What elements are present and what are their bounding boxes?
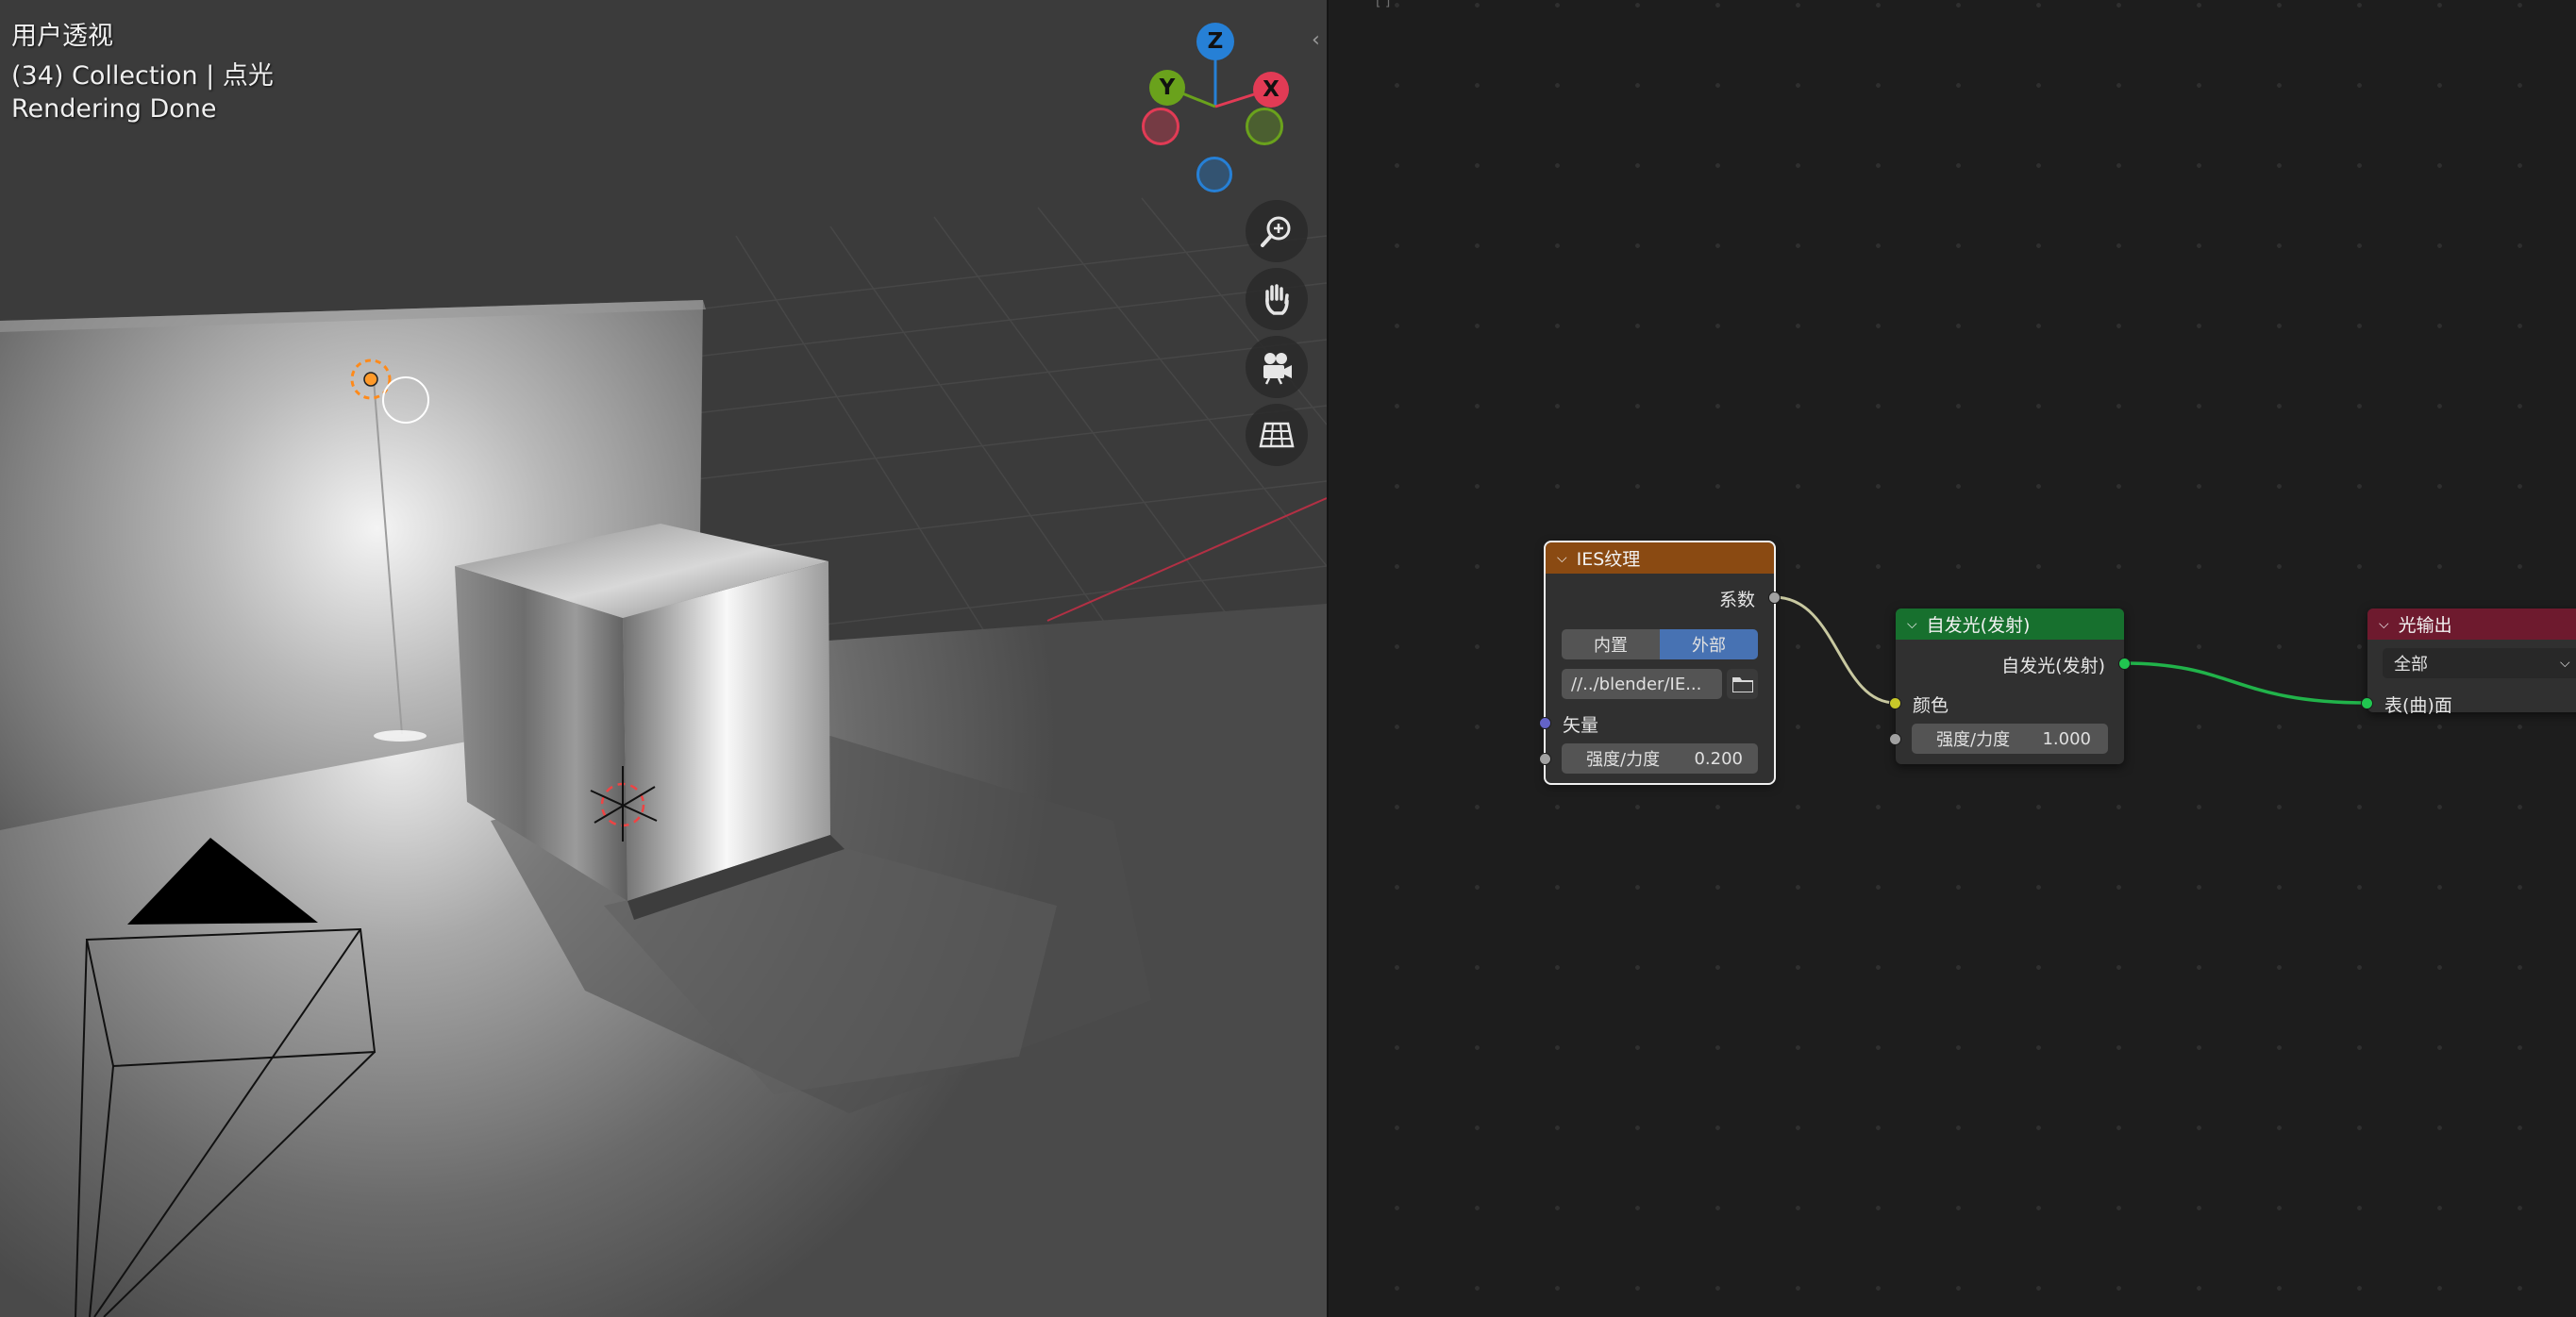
gizmo-neg-z-axis[interactable]	[1196, 157, 1232, 192]
emission-output-socket[interactable]	[2118, 658, 2131, 670]
emission-strength-value: 1.000	[2042, 728, 2091, 749]
vector-input-label: 矢量	[1563, 715, 1599, 736]
gizmo-neg-x-axis[interactable]	[1142, 108, 1179, 145]
mode-external-button[interactable]: 外部	[1660, 629, 1758, 659]
navigation-gizmo[interactable]: Z Y X	[1132, 17, 1293, 196]
gizmo-y-axis[interactable]: Y	[1149, 70, 1185, 106]
gizmo-z-axis[interactable]: Z	[1196, 23, 1234, 60]
emission-strength-label: 强度/力度	[1936, 730, 2011, 750]
ies-strength-value: 0.200	[1694, 748, 1743, 769]
filepath-field[interactable]: //../blender/IE...	[1562, 669, 1722, 699]
factor-output-socket[interactable]	[1768, 592, 1781, 604]
light-output-title: 光输出	[2398, 615, 2452, 636]
target-select[interactable]: 全部 ⌵	[2383, 648, 2576, 678]
viewport-scene	[0, 0, 1327, 1317]
chevron-down-icon: ⌵	[2560, 656, 2570, 671]
emission-output-label: 自发光(发射)	[2001, 656, 2105, 676]
emission-node[interactable]: ⌵ 自发光(发射) 自发光(发射) 颜色 强度/力度 1.000	[1889, 608, 2131, 764]
collapse-chevron-icon[interactable]: ⌵	[1557, 551, 1567, 566]
strength-input-socket[interactable]	[1539, 753, 1551, 765]
gizmo-neg-y-axis[interactable]	[1246, 108, 1283, 145]
zoom-icon	[1261, 216, 1291, 247]
ies-texture-node[interactable]: ⌵ IES纹理 系数 内置 外部 //../blender/IE... 矢量 强…	[1539, 541, 1781, 785]
file-browse-button[interactable]	[1727, 669, 1758, 699]
perspective-toggle-button[interactable]	[1246, 404, 1308, 466]
ies-strength-label: 强度/力度	[1586, 750, 1661, 770]
ies-node-header[interactable]: ⌵ IES纹理	[1546, 542, 1774, 574]
color-input-label: 颜色	[1913, 695, 1949, 716]
emission-node-header[interactable]: ⌵ 自发光(发射)	[1896, 608, 2124, 640]
ies-strength-field[interactable]: 强度/力度 0.200	[1562, 743, 1758, 774]
surface-input-socket[interactable]	[2361, 697, 2373, 709]
target-select-value: 全部	[2394, 655, 2428, 675]
hand-icon	[1265, 284, 1289, 315]
light-output-node[interactable]: ⌵ 光输出 全部 ⌵ 表(曲)面	[2361, 608, 2576, 716]
camera-icon	[1263, 353, 1292, 385]
emission-strength-field[interactable]: 强度/力度 1.000	[1912, 724, 2108, 754]
3d-viewport[interactable]: 用户透视 (34) Collection | 点光 Rendering Done…	[0, 0, 1327, 1317]
grid-icon	[1259, 422, 1295, 448]
link-ies-to-color[interactable]	[1773, 595, 1897, 705]
link-emission-to-surface[interactable]	[2123, 661, 2368, 705]
view-name: 用户透视	[11, 22, 113, 51]
render-status: Rendering Done	[11, 94, 217, 124]
surface-input-label: 表(曲)面	[2384, 695, 2452, 716]
ies-node-title: IES纹理	[1576, 549, 1641, 570]
gizmo-x-axis[interactable]: X	[1253, 72, 1289, 108]
folder-icon	[1731, 677, 1753, 692]
shader-node-editor[interactable]: [ ] ⌵ IES纹理 系数 内置 外部 //../blender/IE... …	[1327, 0, 2576, 1317]
sidebar-collapse-icon[interactable]: ‹	[1312, 28, 1327, 57]
pan-button[interactable]	[1246, 268, 1308, 330]
collection-info: (34) Collection | 点光	[11, 61, 274, 91]
emission-node-title: 自发光(发射)	[1926, 615, 2031, 636]
collapse-chevron-icon[interactable]: ⌵	[1907, 617, 1917, 632]
camera-view-button[interactable]	[1246, 336, 1308, 398]
mode-internal-button[interactable]: 内置	[1562, 629, 1660, 659]
emission-strength-socket[interactable]	[1889, 733, 1901, 745]
zoom-button[interactable]	[1246, 200, 1308, 262]
color-input-socket[interactable]	[1889, 697, 1901, 709]
light-output-header[interactable]: ⌵ 光输出	[2367, 608, 2576, 640]
vector-input-socket[interactable]	[1539, 717, 1551, 729]
collapse-chevron-icon[interactable]: ⌵	[2379, 617, 2389, 632]
factor-output-label: 系数	[1718, 590, 1755, 610]
